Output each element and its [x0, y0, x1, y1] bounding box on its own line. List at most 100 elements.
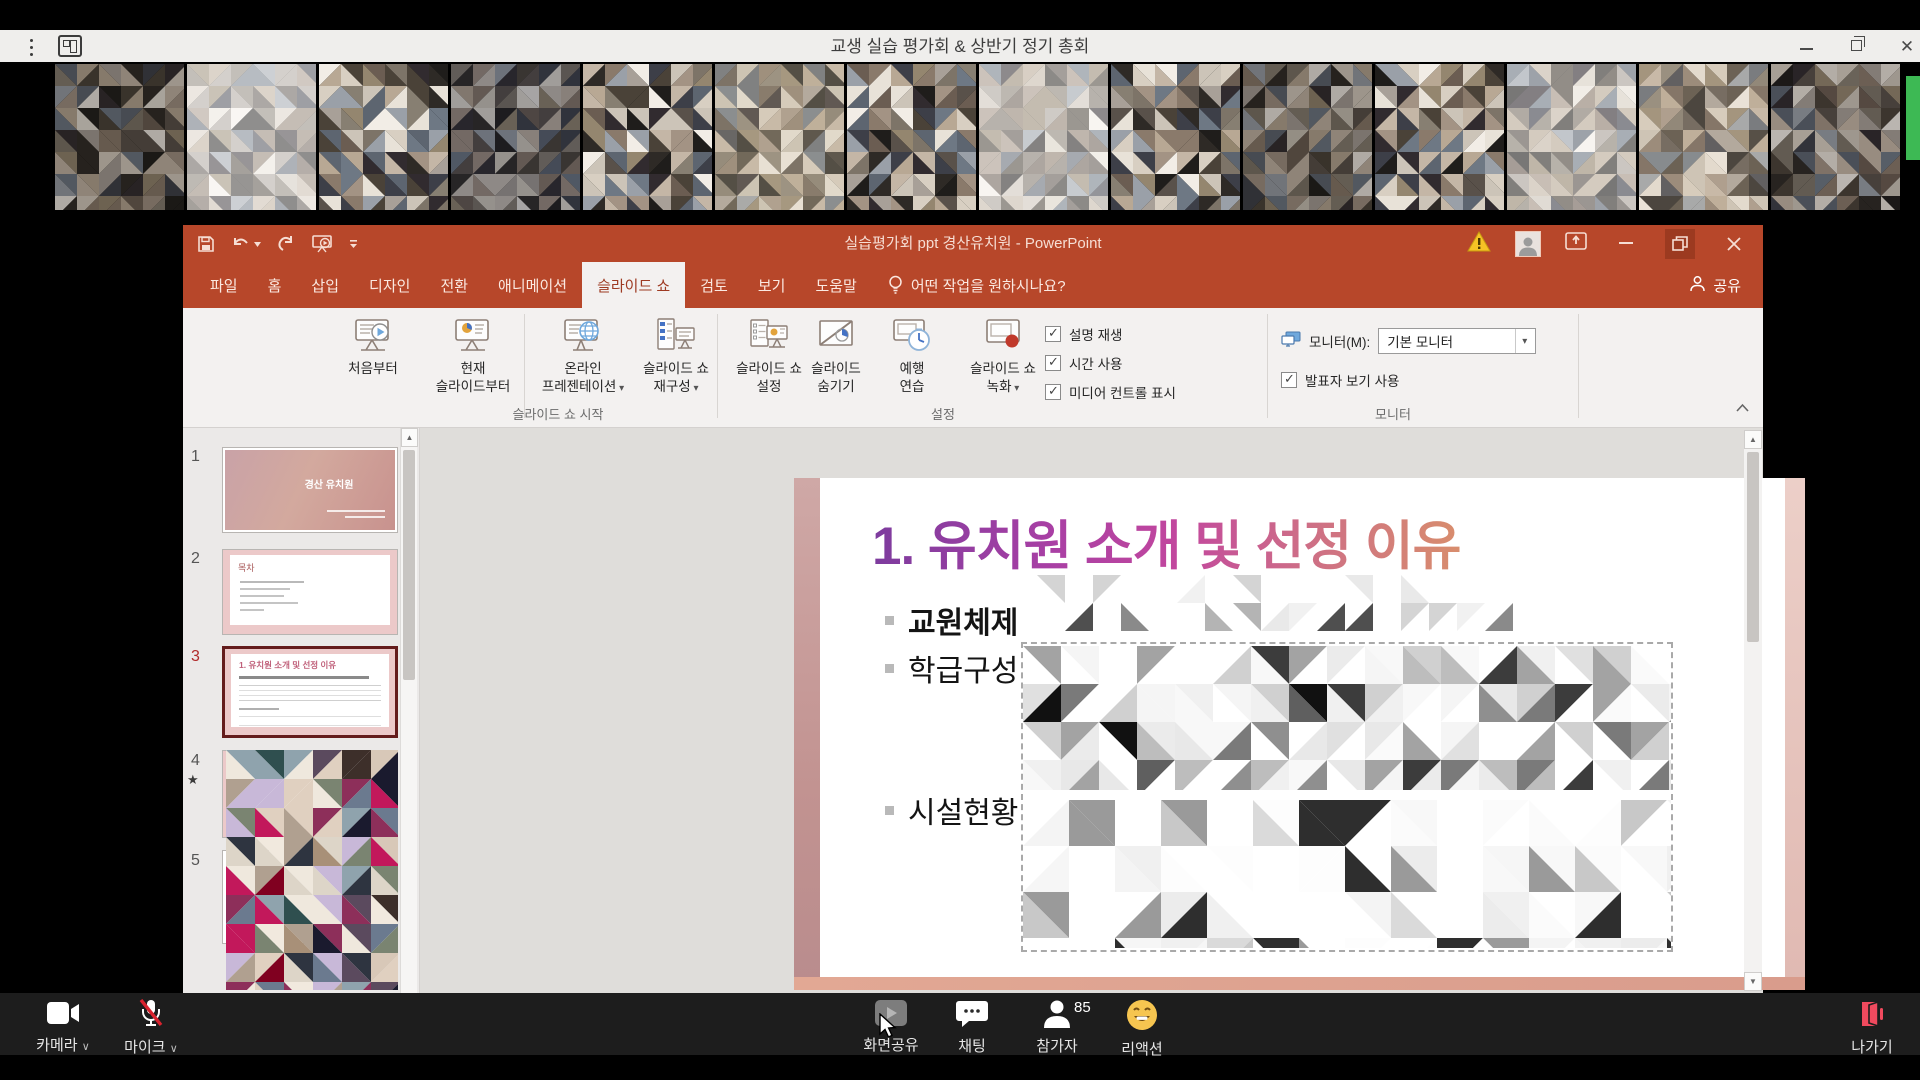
- ppt-minimize-button[interactable]: [1611, 229, 1641, 259]
- powerpoint-window: 실습평가회 ppt 경산유치원 - PowerPoint 파일홈삽입디자인전환애…: [183, 225, 1763, 993]
- ribbon-display-options-icon[interactable]: [1565, 231, 1587, 256]
- checkbox-icon: [1045, 384, 1061, 400]
- slide-title: 1. 유치원 소개 및 선정 이유: [872, 504, 1460, 580]
- leave-button[interactable]: 나가기: [1832, 999, 1912, 1057]
- meeting-bottom-toolbar: 카메라 ∨ 마이크 ∨ 화면공유 채팅 85 참가자 리액션 나가기: [0, 993, 1920, 1055]
- redo-icon[interactable]: [277, 235, 295, 253]
- ribbon-tab-bar: 파일홈삽입디자인전환애니메이션슬라이드 쇼검토보기도움말 어떤 작업을 원하시나요…: [183, 262, 1763, 308]
- bullet-marker: [885, 664, 894, 673]
- pixelated-censor-block: [1023, 800, 1671, 948]
- slide-thumbnail-1[interactable]: 경산 유치원: [222, 447, 398, 533]
- animation-star-icon: ★: [187, 772, 199, 788]
- video-strip: [0, 62, 1920, 212]
- screen: 교생 실습 평가회 & 상반기 정기 총회 ✕ 실습평가회 ppt 경산유치원 …: [0, 0, 1920, 1080]
- mic-button-muted[interactable]: 마이크 ∨: [108, 999, 194, 1057]
- camera-button[interactable]: 카메라 ∨: [20, 999, 106, 1055]
- ppt-close-button[interactable]: [1719, 229, 1749, 259]
- participants-button[interactable]: 85 참가자: [1012, 999, 1102, 1056]
- slide-thumbnail-3-selected[interactable]: 1. 유치원 소개 및 선정 이유: [222, 646, 398, 738]
- participant-video-tile[interactable]: [1639, 64, 1768, 210]
- participant-video-tile[interactable]: [1771, 64, 1900, 210]
- checkbox-use-timings[interactable]: 시간 사용: [1045, 353, 1122, 373]
- close-window-button[interactable]: ✕: [1896, 36, 1918, 58]
- start-slideshow-icon[interactable]: [311, 234, 333, 254]
- custom-slideshow-icon: [633, 314, 719, 360]
- bullet-marker: [885, 616, 894, 625]
- tell-me-search[interactable]: 어떤 작업을 원하시나요?: [888, 262, 1066, 308]
- participant-video-tile[interactable]: [1375, 64, 1504, 210]
- monitor-icon: [1281, 331, 1301, 351]
- scroll-down-icon[interactable]: ▼: [1744, 972, 1762, 991]
- save-icon[interactable]: [197, 235, 215, 253]
- present-online-button[interactable]: 온라인 프레젠테이션: [528, 314, 638, 398]
- custom-slideshow-button[interactable]: 슬라이드 쇼 재구성: [633, 314, 719, 398]
- participant-video-tile[interactable]: [979, 64, 1108, 210]
- hide-slide-button[interactable]: 슬라이드 숨기기: [797, 314, 875, 396]
- pixelated-censor-block: [1023, 646, 1671, 790]
- ppt-restore-button[interactable]: [1665, 229, 1695, 259]
- from-beginning-button[interactable]: 처음부터: [328, 314, 418, 378]
- slide-thumbnail-2[interactable]: 목차: [222, 549, 398, 635]
- ppt-window-title: 실습평가회 ppt 경산유치원 - PowerPoint: [573, 225, 1373, 262]
- chevron-down-icon: ∨: [82, 1041, 90, 1053]
- ribbon-tab-10[interactable]: 도움말: [800, 262, 871, 308]
- participant-video-tile[interactable]: [319, 64, 448, 210]
- group-label-start: 슬라이드 쇼 시작: [473, 404, 643, 423]
- participant-video-tile[interactable]: [1243, 64, 1372, 210]
- chat-button[interactable]: 채팅: [932, 999, 1012, 1056]
- bullet-marker: [885, 806, 894, 815]
- ribbon-tab-4[interactable]: 디자인: [354, 262, 425, 308]
- warning-icon[interactable]: [1467, 231, 1491, 257]
- from-beginning-icon: [328, 314, 418, 360]
- checkbox-use-presenter-view[interactable]: 발표자 보기 사용: [1281, 370, 1399, 390]
- minimize-window-button[interactable]: [1796, 36, 1818, 58]
- customize-qat-icon[interactable]: [349, 240, 358, 249]
- slide-editor[interactable]: 1. 유치원 소개 및 선정 이유 교원체제 학급구성 시설현황: [794, 478, 1805, 990]
- monitor-select[interactable]: 기본 모니터▾: [1378, 328, 1536, 354]
- from-current-slide-button[interactable]: 현재 슬라이드부터: [423, 314, 523, 396]
- ribbon-tab-5[interactable]: 전환: [425, 262, 483, 308]
- scroll-up-icon[interactable]: ▲: [1744, 430, 1762, 449]
- chat-icon: [955, 999, 989, 1028]
- ribbon-tab-6[interactable]: 애니메이션: [483, 262, 582, 308]
- ribbon-tab-9[interactable]: 보기: [743, 262, 801, 308]
- participant-video-tile[interactable]: [1111, 64, 1240, 210]
- collapse-ribbon-icon[interactable]: [1736, 400, 1749, 415]
- record-slideshow-button[interactable]: 슬라이드 쇼 녹화: [953, 314, 1053, 398]
- from-current-slide-icon: [423, 314, 523, 360]
- ppt-titlebar: 실습평가회 ppt 경산유치원 - PowerPoint: [183, 225, 1763, 262]
- participant-video-tile[interactable]: [583, 64, 712, 210]
- ribbon-tab-3[interactable]: 삽입: [296, 262, 354, 308]
- content-placeholder-dashed[interactable]: [1021, 642, 1673, 952]
- ribbon: 처음부터 현재 슬라이드부터 온라인 프레젠테이션 슬라이드 쇼 재구성 슬라이…: [183, 308, 1763, 428]
- account-avatar[interactable]: [1515, 231, 1541, 257]
- checkbox-play-narrations[interactable]: 설명 재생: [1045, 324, 1122, 344]
- participant-video-tile[interactable]: [55, 64, 184, 210]
- scroll-up-icon[interactable]: ▲: [401, 428, 418, 447]
- ribbon-tab-7[interactable]: 슬라이드 쇼: [582, 262, 685, 308]
- ribbon-tab-8[interactable]: 검토: [685, 262, 743, 308]
- participant-video-tile[interactable]: [1507, 64, 1636, 210]
- participant-video-tile[interactable]: [451, 64, 580, 210]
- ribbon-tab-1[interactable]: 파일: [195, 262, 253, 308]
- rehearse-timings-button[interactable]: 예행 연습: [883, 314, 941, 396]
- ppt-titlebar-controls: [1467, 225, 1749, 262]
- ribbon-tab-2[interactable]: 홈: [253, 262, 297, 308]
- slide-number: 1: [191, 448, 200, 466]
- chevron-down-icon: ▾: [1515, 329, 1527, 353]
- record-slideshow-icon: [953, 314, 1053, 360]
- reactions-button[interactable]: 리액션: [1102, 999, 1182, 1059]
- present-online-icon: [528, 314, 638, 360]
- restore-window-button[interactable]: [1847, 36, 1869, 58]
- group-label-monitor: 모니터: [1333, 404, 1453, 423]
- participant-video-tile[interactable]: [715, 64, 844, 210]
- slide-canvas: 1. 유치원 소개 및 선정 이유 교원체제 학급구성 시설현황 ▲ ▼: [420, 428, 1763, 993]
- slide-right-accent: [1785, 478, 1805, 990]
- share-button[interactable]: 공유: [1689, 262, 1741, 308]
- panel-scrollbar[interactable]: ▲: [400, 428, 417, 993]
- undo-icon[interactable]: [231, 235, 261, 253]
- participant-video-tile[interactable]: [847, 64, 976, 210]
- checkbox-show-media-controls[interactable]: 미디어 컨트롤 표시: [1045, 382, 1176, 402]
- canvas-scrollbar[interactable]: ▲ ▼: [1744, 430, 1762, 991]
- participant-video-tile[interactable]: [187, 64, 316, 210]
